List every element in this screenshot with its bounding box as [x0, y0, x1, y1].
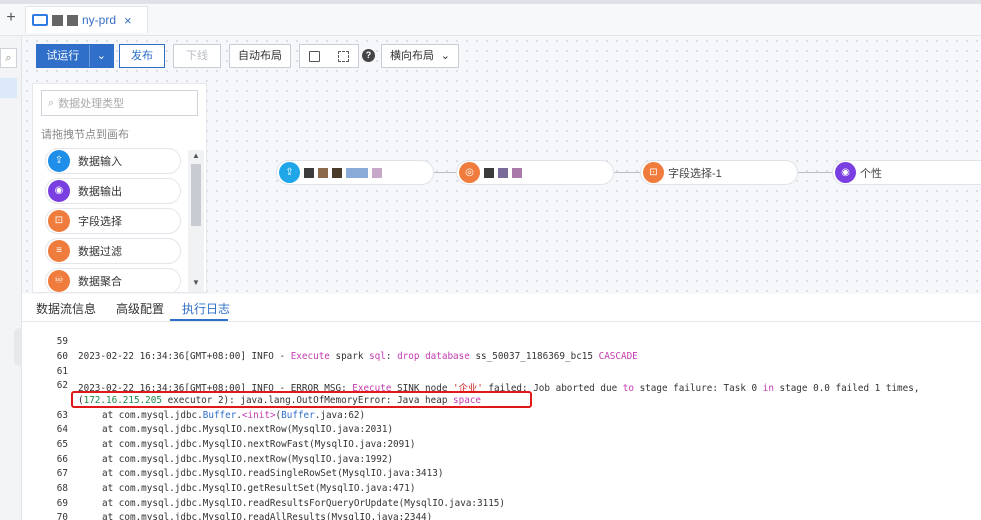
redacted-block — [512, 167, 522, 178]
line-number: 62 — [56, 380, 68, 391]
log-line: at com.mysql.jdbc.MysqlIO.getResultSet(M… — [102, 483, 416, 494]
palette-item-data-output[interactable]: ◉ 数据输出 — [45, 178, 181, 204]
redacted-block — [484, 167, 494, 178]
palette-item-label: 数据输出 — [78, 186, 122, 198]
bottom-tabs: 数据流信息 高级配置 执行日志 — [22, 294, 981, 322]
redacted-block — [304, 167, 314, 178]
chevron-down-icon[interactable]: ⌄ — [90, 45, 113, 67]
log-line: at com.mysql.jdbc.MysqlIO.readAllResults… — [102, 512, 433, 520]
execution-log: 59 60 2023-02-22 16:34:36[GMT+08:00] INF… — [22, 322, 981, 520]
log-line-60: 2023-02-22 16:34:36[GMT+08:00] INFO - Ex… — [78, 351, 638, 362]
line-number: 65 — [56, 439, 68, 450]
palette-search-placeholder: 数据处理类型 — [58, 98, 125, 110]
line-number: 67 — [56, 468, 68, 479]
flow-node-input[interactable]: ⇪ — [276, 160, 434, 185]
line-number: 60 — [56, 351, 68, 362]
fit-view-icon[interactable] — [338, 50, 349, 62]
offline-button[interactable]: 下线 — [173, 44, 221, 68]
icon-button-group — [299, 44, 359, 68]
log-line: at com.mysql.jdbc.MysqlIO.readSingleRowS… — [102, 468, 444, 479]
palette-item-label: 字段选择 — [78, 216, 122, 228]
auto-layout-button[interactable]: 自动布局 — [229, 44, 291, 68]
filter-icon: ≡ — [48, 240, 70, 262]
field-select-icon: ⊡ — [48, 210, 70, 232]
flow-node-process[interactable]: ◎ — [456, 160, 614, 185]
palette-item-data-aggregate[interactable]: ♾ 数据聚合 — [45, 268, 181, 292]
redacted-block — [498, 167, 508, 178]
field-select-icon: ⊡ — [643, 162, 664, 183]
scroll-up-icon[interactable]: ▲ — [192, 151, 200, 160]
flow-node-label: 字段选择-1 — [668, 167, 722, 180]
flow-node-output[interactable]: ◉ 个性 — [832, 160, 981, 185]
layout-select-value: 横向布局 — [390, 50, 434, 62]
scroll-down-icon[interactable]: ▼ — [192, 278, 200, 287]
flow-node-label: 个性 — [860, 167, 882, 180]
palette-item-label: 数据聚合 — [78, 276, 122, 288]
palette-scrollbar[interactable]: ▲ ▼ — [188, 150, 204, 292]
redacted-block — [67, 14, 78, 26]
save-icon[interactable] — [309, 50, 320, 62]
chevron-down-icon: ⌄ — [440, 50, 450, 62]
upload-icon: ⇪ — [48, 150, 70, 172]
active-tab-indicator — [170, 319, 228, 321]
log-line: at com.mysql.jdbc.MysqlIO.nextRow(MysqlI… — [102, 424, 394, 435]
log-line: at com.mysql.jdbc.MysqlIO.nextRow(MysqlI… — [102, 454, 394, 465]
palette-item-data-filter[interactable]: ≡ 数据过滤 — [45, 238, 181, 264]
redacted-block — [318, 167, 328, 178]
tab-execution-log[interactable]: 执行日志 — [182, 300, 230, 317]
layout-select[interactable]: 横向布局 ⌄ — [381, 44, 459, 68]
palette-item-field-select[interactable]: ⊡ 字段选择 — [45, 208, 181, 234]
palette-item-label: 数据输入 — [78, 156, 122, 168]
tab-close-icon[interactable]: × — [124, 13, 132, 28]
flow-edge — [798, 172, 832, 173]
flow-edge — [434, 172, 456, 173]
aggregate-icon: ♾ — [48, 270, 70, 292]
window-top-edge — [0, 0, 981, 4]
palette-item-label: 数据过滤 — [78, 246, 122, 258]
line-number: 63 — [56, 410, 68, 421]
help-icon[interactable]: ? — [362, 49, 375, 62]
line-number: 64 — [56, 424, 68, 435]
line-number: 59 — [56, 336, 68, 347]
flow-edge — [614, 172, 640, 173]
output-icon: ◉ — [835, 162, 856, 183]
scrollbar-thumb[interactable] — [191, 164, 201, 226]
line-number: 68 — [56, 483, 68, 494]
log-line: at com.mysql.jdbc.MysqlIO.readResultsFor… — [102, 498, 505, 509]
log-line: at com.mysql.jdbc.MysqlIO.nextRowFast(My… — [102, 439, 416, 450]
palette-search-input[interactable]: ⌕ 数据处理类型 — [41, 90, 198, 116]
redacted-block — [332, 167, 342, 178]
error-highlight-box — [71, 391, 532, 408]
output-icon: ◉ — [48, 180, 70, 202]
flow-icon — [32, 14, 48, 26]
tab-dataflow-info[interactable]: 数据流信息 — [36, 300, 96, 317]
flow-node-field-select[interactable]: ⊡ 字段选择-1 — [640, 160, 798, 185]
log-line-63: at com.mysql.jdbc.Buffer.<init>(Buffer.j… — [102, 410, 366, 421]
process-icon: ◎ — [459, 162, 480, 183]
run-button[interactable]: 试运行 ⌄ — [36, 44, 114, 68]
line-number: 66 — [56, 454, 68, 465]
redacted-block — [372, 167, 382, 178]
upload-icon: ⇪ — [279, 162, 300, 183]
sidebar-selected-item[interactable] — [0, 78, 17, 98]
tab-title: ny-prd — [82, 13, 117, 27]
redacted-block — [346, 167, 368, 178]
run-label[interactable]: 试运行 — [37, 45, 90, 67]
palette-hint: 请拖拽节点到画布 — [41, 129, 129, 141]
redacted-block — [52, 14, 63, 26]
search-icon[interactable]: ⌕ — [0, 48, 17, 68]
node-palette: ⌕ 数据处理类型 请拖拽节点到画布 ⇪ 数据输入 ◉ 数据输出 ⊡ 字段选择 ≡… — [32, 83, 207, 293]
search-icon: ⌕ — [48, 96, 55, 109]
new-tab-button[interactable]: + — [4, 9, 18, 27]
tab-advanced-config[interactable]: 高级配置 — [116, 300, 164, 317]
line-number: 69 — [56, 498, 68, 509]
line-number: 61 — [56, 366, 68, 377]
publish-button[interactable]: 发布 — [119, 44, 165, 68]
palette-item-data-input[interactable]: ⇪ 数据输入 — [45, 148, 181, 174]
tab-active[interactable]: ny-prd × — [25, 6, 148, 33]
line-number: 70 — [56, 512, 68, 520]
